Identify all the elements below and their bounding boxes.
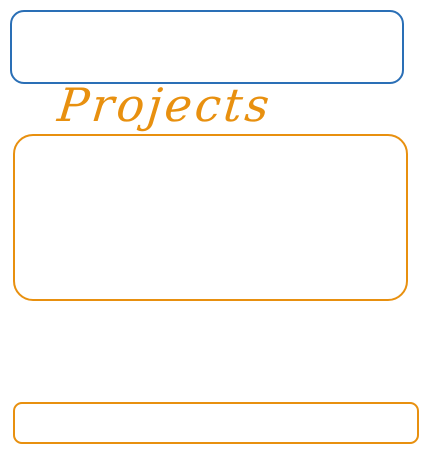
wireframe-page: Projects	[0, 0, 429, 455]
header-bar	[10, 10, 404, 84]
projects-heading: Projects	[55, 78, 275, 132]
projects-panel	[13, 134, 408, 301]
footer-bar	[13, 402, 419, 444]
